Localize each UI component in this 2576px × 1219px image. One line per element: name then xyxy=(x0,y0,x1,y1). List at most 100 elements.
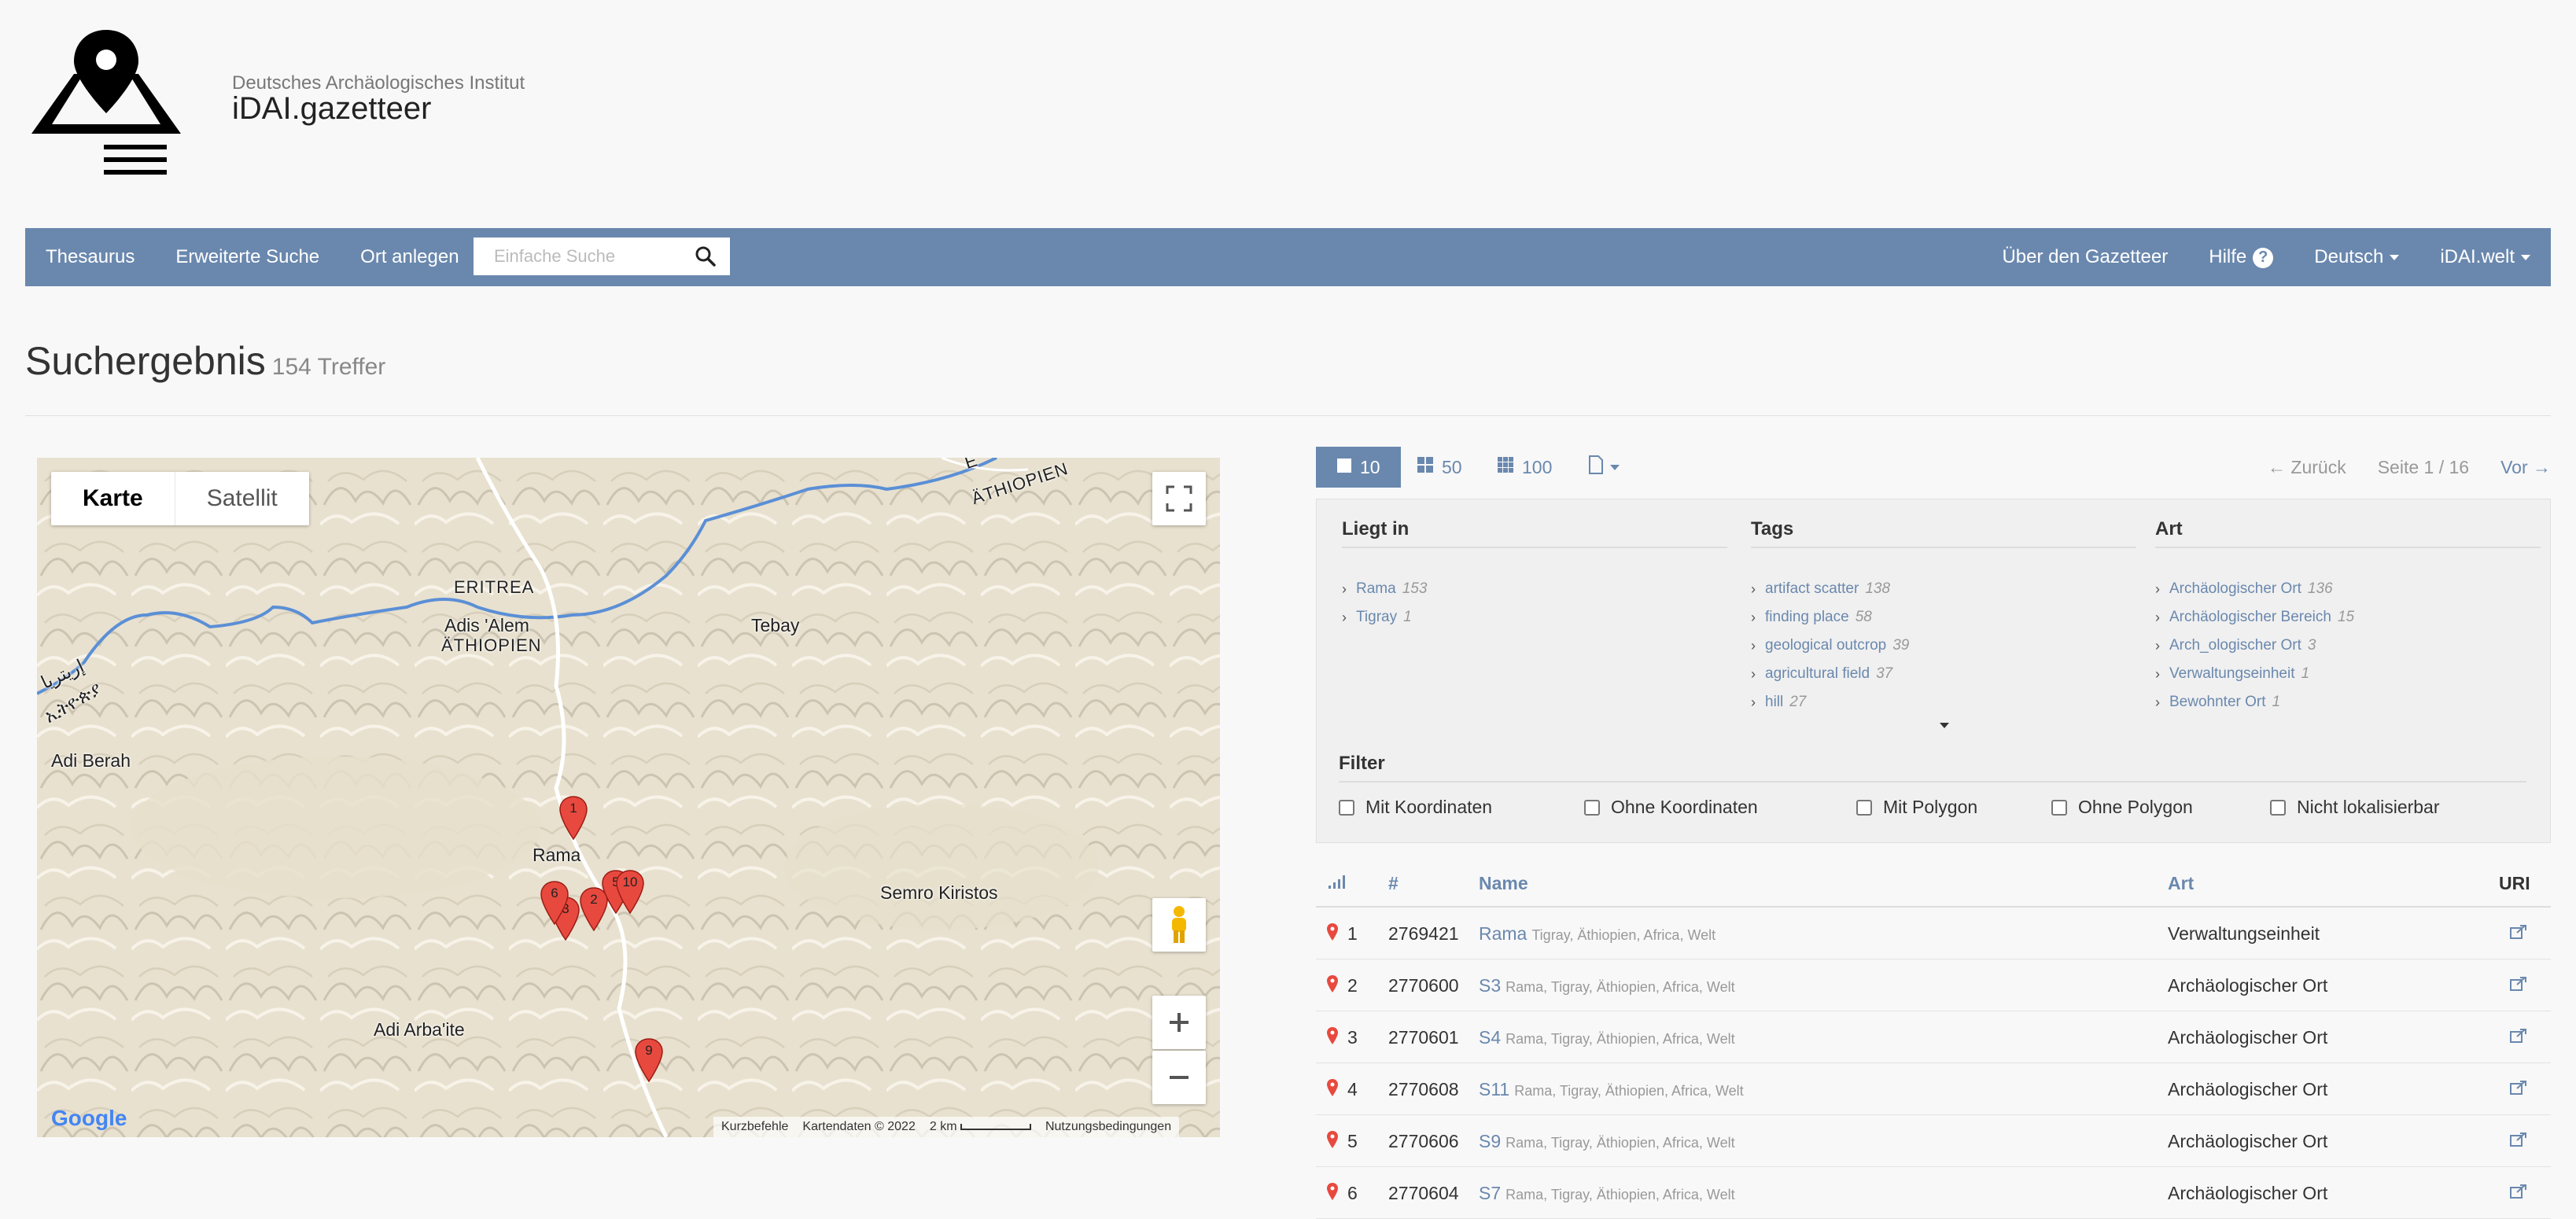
facet-item-label: Archäologischer Bereich xyxy=(2169,609,2331,625)
zoom-in-icon[interactable] xyxy=(1152,996,1206,1049)
facet-item[interactable]: › Arch_ologischer Ort 3 xyxy=(2155,632,2541,660)
external-link-icon[interactable] xyxy=(2510,1027,2527,1048)
map-label-adi-berah: Adi Berah xyxy=(51,750,131,771)
facet-item-label: Bewohnter Ort xyxy=(2169,694,2266,710)
nav-advanced-search[interactable]: Erweiterte Suche xyxy=(155,246,340,268)
map-terms-link[interactable]: Nutzungsbedingungen xyxy=(1045,1120,1171,1134)
row-name-link[interactable]: S9 xyxy=(1479,1131,1501,1151)
map-pin-icon[interactable] xyxy=(1327,1079,1338,1101)
nav-about[interactable]: Über den Gazetteer xyxy=(1981,246,2188,268)
external-link-icon[interactable] xyxy=(2510,1131,2527,1152)
external-link-icon[interactable] xyxy=(2510,923,2527,945)
facet-item[interactable]: › Verwaltungseinheit 1 xyxy=(2155,660,2541,688)
map-scale: 2 km xyxy=(930,1120,1031,1134)
map-pin-icon[interactable] xyxy=(1327,975,1338,997)
map-shortcuts-link[interactable]: Kurzbefehle xyxy=(721,1120,788,1134)
checkbox-box[interactable] xyxy=(2051,799,2067,816)
facet-item[interactable]: › Tigray 1 xyxy=(1342,603,1727,632)
external-link-icon[interactable] xyxy=(2510,975,2527,996)
export-dropdown[interactable] xyxy=(1588,447,1620,488)
row-art: Archäologischer Ort xyxy=(2168,1183,2328,1203)
filter-checkbox[interactable]: Mit Polygon xyxy=(1856,797,1977,818)
row-name-link[interactable]: S3 xyxy=(1479,975,1501,996)
nav-help[interactable]: Hilfe? xyxy=(2188,246,2294,268)
table-row: 5 2770606 S9 Rama, Tigray, Äthiopien, Afric… xyxy=(1316,1115,2551,1167)
filter-checkbox[interactable]: Nicht lokalisierbar xyxy=(2270,797,2440,818)
facet-item[interactable]: › Archäologischer Bereich 15 xyxy=(2155,603,2541,632)
sort-signal-icon[interactable] xyxy=(1327,873,1347,895)
facet-item-label: geological outcrop xyxy=(1765,637,1887,654)
street-view-pegman-icon[interactable] xyxy=(1152,898,1206,952)
filter-checkbox[interactable]: Mit Koordinaten xyxy=(1339,797,1492,818)
facet-item[interactable]: › Bewohnter Ort 1 xyxy=(2155,688,2541,716)
facet-title: Liegt in xyxy=(1342,518,1727,548)
facet-item[interactable]: › hill 27 xyxy=(1751,688,2136,716)
col-header-art[interactable]: Art xyxy=(2168,873,2194,894)
row-name-link[interactable]: S7 xyxy=(1479,1183,1501,1203)
map-marker[interactable]: 6 xyxy=(540,881,569,926)
page-size-50[interactable]: 50 xyxy=(1417,447,1462,488)
page-size-10-label: 10 xyxy=(1360,456,1380,477)
search-input[interactable] xyxy=(474,238,686,274)
table-row: 1 2769421 Rama Tigray, Äthiopien, Africa, W… xyxy=(1316,908,2551,959)
page-size-100[interactable]: 100 xyxy=(1497,447,1552,488)
map-pin-icon[interactable] xyxy=(1327,1131,1338,1153)
map-pin-icon[interactable] xyxy=(1327,923,1338,945)
map-pin-icon[interactable] xyxy=(1327,1183,1338,1205)
facet-item[interactable]: › artifact scatter 138 xyxy=(1751,575,2136,603)
row-name-link[interactable]: S11 xyxy=(1479,1079,1509,1099)
external-link-icon[interactable] xyxy=(2510,1079,2527,1100)
language-dropdown[interactable]: Deutsch xyxy=(2294,246,2419,268)
row-name-cell: S4 Rama, Tigray, Äthiopien, Africa, Welt xyxy=(1479,1027,1735,1048)
chevron-right-icon: › xyxy=(1751,609,1756,625)
search-icon[interactable] xyxy=(686,238,725,274)
map-label-eritrea: ERITREA xyxy=(454,577,535,597)
facet-item[interactable]: › Archäologischer Ort 136 xyxy=(2155,575,2541,603)
world-dropdown[interactable]: iDAI.welt xyxy=(2419,246,2551,268)
col-header-num[interactable]: # xyxy=(1388,873,1399,894)
table-body: 1 2769421 Rama Tigray, Äthiopien, Africa, W… xyxy=(1316,908,2551,1219)
filter-checkbox[interactable]: Ohne Koordinaten xyxy=(1584,797,1758,818)
map-marker-label: 6 xyxy=(551,886,558,900)
app-title[interactable]: iDAI.gazetteer xyxy=(232,91,431,127)
facet-item[interactable]: › geological outcrop 39 xyxy=(1751,632,2136,660)
map-label-aethiopien: ÄTHIOPIEN xyxy=(441,635,542,655)
checkbox-box[interactable] xyxy=(1339,799,1354,816)
facet-item-label: Verwaltungseinheit xyxy=(2169,665,2295,682)
pager-next[interactable]: Vor → xyxy=(2500,457,2551,478)
result-hits: 154 Treffer xyxy=(271,354,386,380)
facet-item[interactable]: › agricultural field 37 xyxy=(1751,660,2136,688)
facet-item-count: 136 xyxy=(2307,580,2333,597)
map-marker[interactable]: 1 xyxy=(559,796,588,841)
page-size-10[interactable]: 10 xyxy=(1316,447,1401,488)
facet-item[interactable]: › Rama 153 xyxy=(1342,575,1727,603)
fullscreen-icon[interactable] xyxy=(1152,472,1206,525)
facet-item-count: 39 xyxy=(1892,637,1910,654)
map-view[interactable]: Karte Satellit ERITREA Adis 'Alem ÄTHIOP… xyxy=(37,458,1220,1137)
checkbox-box[interactable] xyxy=(1856,799,1872,816)
facet-item[interactable]: › finding place 58 xyxy=(1751,603,2136,632)
facet-item-count: 1 xyxy=(1403,609,1412,625)
row-index: 2 xyxy=(1347,975,1358,996)
filter-checkbox[interactable]: Ohne Polygon xyxy=(2051,797,2193,818)
checkbox-box[interactable] xyxy=(2270,799,2286,816)
row-name-link[interactable]: Rama xyxy=(1479,923,1527,944)
filter-checkbox-label: Mit Polygon xyxy=(1883,797,1978,817)
map-marker[interactable]: 10 xyxy=(616,870,644,915)
row-name-link[interactable]: S4 xyxy=(1479,1027,1501,1048)
zoom-out-icon[interactable] xyxy=(1152,1051,1206,1104)
map-type-satellite[interactable]: Satellit xyxy=(174,472,309,525)
checkbox-box[interactable] xyxy=(1584,799,1600,816)
nav-create-place[interactable]: Ort anlegen xyxy=(340,246,479,268)
external-link-icon[interactable] xyxy=(2510,1183,2527,1204)
map-pin-icon[interactable] xyxy=(1327,1027,1338,1049)
nav-thesaurus[interactable]: Thesaurus xyxy=(25,246,155,268)
gazetteer-logo-icon[interactable] xyxy=(25,25,187,181)
pager-page: Seite 1 / 16 xyxy=(2377,456,2470,477)
map-type-map[interactable]: Karte xyxy=(51,472,175,525)
col-header-name[interactable]: Name xyxy=(1479,873,1528,894)
show-more-caret-icon[interactable] xyxy=(1940,723,1949,728)
pager-prev[interactable]: ← Zurück xyxy=(2268,457,2346,478)
map-marker[interactable]: 9 xyxy=(635,1038,663,1083)
facet-art: Art › Archäologischer Ort 136 › Archäologisc… xyxy=(2155,518,2541,716)
